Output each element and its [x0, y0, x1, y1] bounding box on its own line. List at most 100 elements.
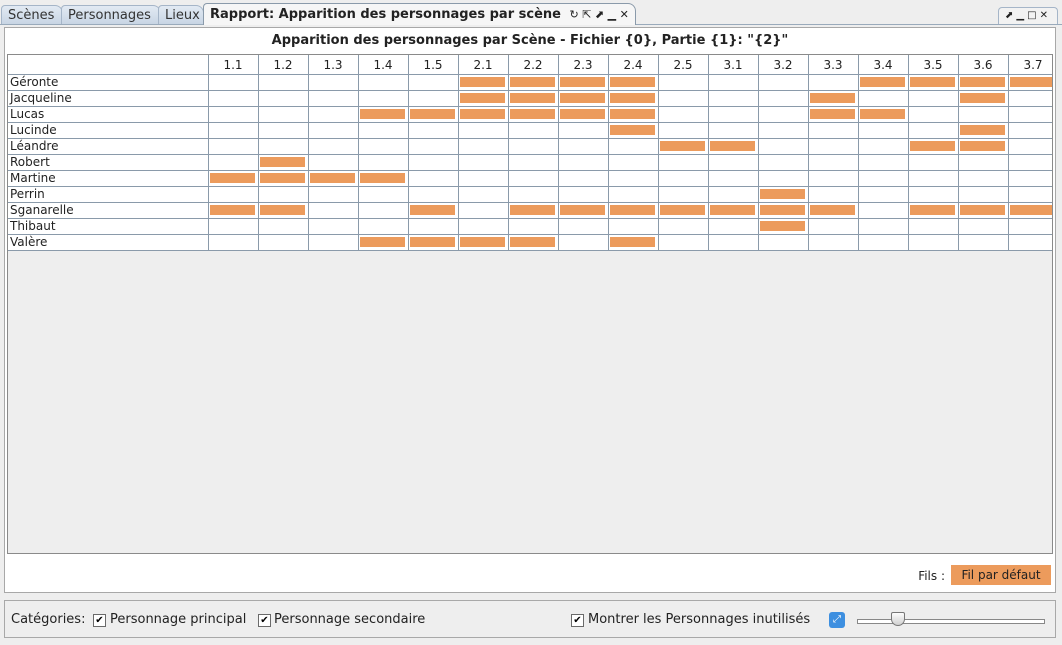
appearance-bar: [510, 109, 555, 119]
character-name-label: Martine: [10, 171, 56, 185]
appearance-bar: [760, 189, 805, 199]
scene-header-label: 1.5: [423, 58, 442, 72]
appearance-bar: [460, 93, 505, 103]
scene-header-label: 1.1: [223, 58, 242, 72]
appearance-bar: [560, 77, 605, 87]
appearance-bar: [460, 109, 505, 119]
appearance-grid: 1.1 1.2 1.3 1.4 1.5 2.1 2.2 2.3 2.4 2.5 3.1 3.2 3.3 3…: [7, 54, 1053, 554]
principal-checkbox[interactable]: ✔: [93, 614, 106, 627]
character-name-label: Géronte: [10, 75, 58, 89]
scene-header-label: 3.1: [723, 58, 742, 72]
scene-header-label: 2.4: [623, 58, 642, 72]
appearance-bar: [660, 205, 705, 215]
appearance-bar: [460, 77, 505, 87]
appearance-bar: [610, 125, 655, 135]
character-name-label: Lucas: [10, 107, 44, 121]
appearance-bar: [610, 93, 655, 103]
character-name-label: Jacqueline: [9, 91, 72, 105]
scene-header-label: 3.3: [823, 58, 842, 72]
appearance-bar: [1010, 77, 1052, 87]
appearance-grid-svg: 1.1 1.2 1.3 1.4 1.5 2.1 2.2 2.3 2.4 2.5 3.1 3.2 3.3 3…: [8, 55, 1052, 251]
appearance-bar: [660, 141, 705, 151]
appearance-bar: [760, 221, 805, 231]
appearance-bar: [210, 173, 255, 183]
tab-label: Personnages: [68, 8, 151, 23]
appearance-bar: [860, 77, 905, 87]
character-name-label: Sganarelle: [10, 203, 74, 217]
appearance-bar: [410, 205, 455, 215]
appearance-bar: [560, 109, 605, 119]
appearance-bar: [260, 173, 305, 183]
appearance-bar: [710, 205, 755, 215]
appearance-bar: [910, 77, 955, 87]
character-name-label: Léandre: [10, 139, 59, 153]
appearance-bar: [810, 93, 855, 103]
appearance-bar: [610, 109, 655, 119]
tab-controls-icon[interactable]: ↻ ⇱ ⬈ ▁ ✕: [570, 8, 629, 21]
scene-header-label: 1.3: [323, 58, 342, 72]
zoom-slider-track[interactable]: [857, 619, 1045, 624]
appearance-bar: [360, 109, 405, 119]
show-unused-checkbox[interactable]: ✔: [571, 614, 584, 627]
tab-personnages[interactable]: Personnages: [61, 5, 161, 24]
zoom-slider-thumb[interactable]: [891, 612, 905, 626]
appearance-bar: [610, 205, 655, 215]
tab-label: Rapport: Apparition des personnages par …: [210, 7, 561, 22]
appearance-bar: [960, 205, 1005, 215]
tab-scenes[interactable]: Scènes: [1, 5, 63, 24]
appearance-bar: [960, 93, 1005, 103]
principal-label: Personnage principal: [110, 612, 247, 627]
appearance-bar: [460, 237, 505, 247]
appearance-bar: [810, 109, 855, 119]
appearance-bar: [910, 205, 955, 215]
appearance-bar: [510, 237, 555, 247]
appearance-bar: [360, 173, 405, 183]
scene-header-label: 1.2: [273, 58, 292, 72]
scene-header-label: 2.3: [573, 58, 592, 72]
appearance-bar: [610, 237, 655, 247]
appearance-bar: [910, 141, 955, 151]
appearance-bar: [960, 141, 1005, 151]
appearance-bar: [510, 205, 555, 215]
appearance-bar: [960, 125, 1005, 135]
appearance-bar: [1010, 205, 1052, 215]
scene-header-label: 2.2: [523, 58, 542, 72]
appearance-bar: [710, 141, 755, 151]
appearance-bar: [310, 173, 355, 183]
tab-bar: Scènes Personnages Lieux Rapport: Appari…: [0, 0, 1062, 26]
scene-header-label: 3.5: [923, 58, 942, 72]
tab-rapport[interactable]: Rapport: Apparition des personnages par …: [203, 3, 636, 25]
character-name-label: Lucinde: [10, 123, 57, 137]
scene-header-label: 3.4: [873, 58, 892, 72]
scene-header-label: 3.6: [973, 58, 992, 72]
appearance-bar: [560, 205, 605, 215]
appearance-bar: [510, 93, 555, 103]
chart-title: Apparition des personnages par Scène - F…: [271, 33, 789, 48]
appearance-bar: [260, 157, 305, 167]
tab-lieux[interactable]: Lieux: [158, 5, 204, 24]
fils-label: Fils :: [918, 569, 945, 583]
secondaire-label: Personnage secondaire: [274, 612, 426, 627]
zoom-icon[interactable]: ⤢: [829, 612, 845, 628]
character-name-label: Perrin: [10, 187, 45, 201]
character-name-label: Thibaut: [9, 219, 56, 233]
appearance-bar: [260, 205, 305, 215]
scene-header-label: 1.4: [373, 58, 392, 72]
window-controls-icon[interactable]: ⬈▁□✕: [998, 7, 1058, 24]
secondaire-checkbox[interactable]: ✔: [258, 614, 271, 627]
categories-label: Catégories:: [11, 612, 86, 627]
show-unused-label: Montrer les Personnages inutilisés: [588, 612, 811, 627]
character-name-label: Robert: [10, 155, 50, 169]
appearance-bar: [410, 109, 455, 119]
scene-header-label: 2.1: [473, 58, 492, 72]
tab-label: Lieux: [165, 8, 200, 23]
tab-label: Scènes: [8, 8, 55, 23]
default-thread-button[interactable]: Fil par défaut: [951, 565, 1051, 585]
appearance-bar: [610, 77, 655, 87]
appearance-bar: [810, 205, 855, 215]
appearance-bar: [560, 93, 605, 103]
appearance-bar: [960, 77, 1005, 87]
character-name-label: Valère: [10, 235, 47, 249]
scene-header-label: 2.5: [673, 58, 692, 72]
categories-bar: Catégories: ✔ Personnage principal ✔ Per…: [4, 600, 1056, 638]
